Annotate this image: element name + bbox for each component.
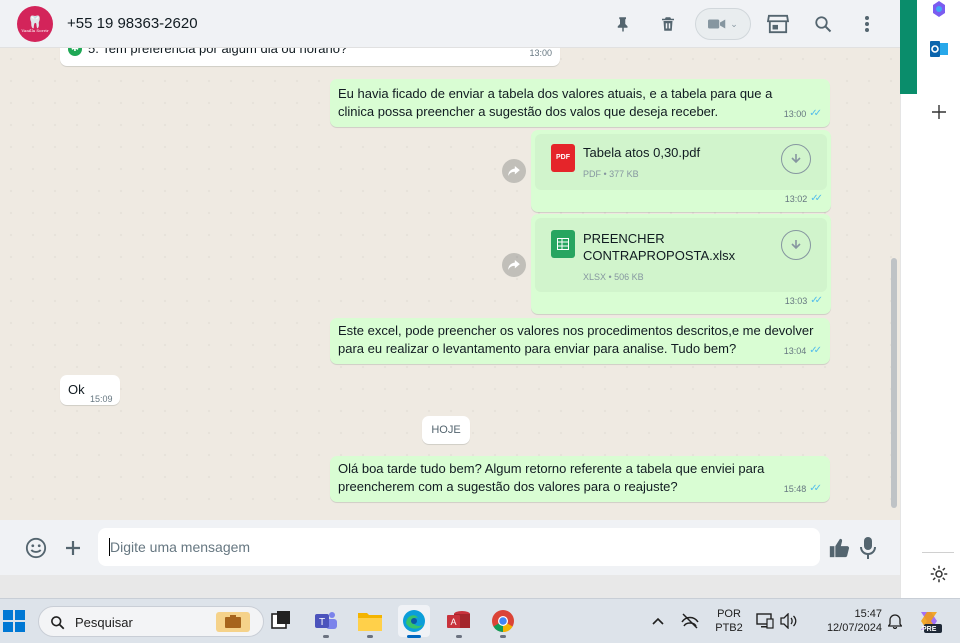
thumbs-up-icon[interactable]: [826, 535, 852, 561]
message-outgoing[interactable]: Eu havia ficado de enviar a tabela dos v…: [330, 79, 830, 127]
outlook-icon[interactable]: [928, 38, 950, 60]
text-cursor: [109, 538, 110, 556]
read-ticks-icon: ✓✓: [810, 193, 823, 204]
trash-icon[interactable]: [654, 10, 682, 38]
network-offline-icon[interactable]: [675, 605, 705, 637]
svg-text:A: A: [450, 617, 456, 627]
message-text: Olá boa tarde tudo bem? Algum retorno re…: [338, 461, 765, 494]
message-list[interactable]: ✱ 5. Tem preferência por algum dia ou ho…: [0, 48, 900, 520]
preview-badge: PRE: [922, 626, 937, 633]
taskbar-search[interactable]: Pesquisar: [38, 606, 264, 637]
clock[interactable]: 15:47 12/07/2024: [812, 607, 882, 635]
message-meta: 13:00 ✓✓: [784, 105, 822, 123]
svg-text:T: T: [319, 617, 325, 628]
read-ticks-icon: ✓✓: [809, 345, 822, 356]
language-indicator[interactable]: POR PTB2: [712, 607, 746, 635]
document-meta: PDF • 377 KB: [583, 169, 639, 179]
start-windows-icon[interactable]: [0, 605, 30, 637]
notification-bell-icon[interactable]: [884, 605, 906, 637]
chat-header: 🦷 Vanilla Sorrir +55 19 98363-2620 ⌄: [0, 0, 900, 48]
message-meta: 13:02 ✓✓: [785, 190, 823, 208]
video-call-button[interactable]: ⌄: [695, 8, 751, 40]
file-explorer-icon[interactable]: [354, 605, 386, 638]
edge-sidebar: [900, 0, 960, 598]
avatar-brand-text: Vanilla Sorrir: [21, 27, 49, 33]
message-outgoing[interactable]: Olá boa tarde tudo bem? Algum retorno re…: [330, 456, 830, 502]
task-view-icon[interactable]: [265, 605, 297, 637]
forward-icon[interactable]: [502, 159, 526, 183]
document-meta: XLSX • 506 KB: [583, 272, 644, 282]
download-icon[interactable]: [781, 230, 811, 260]
chevron-down-icon: ⌄: [730, 18, 738, 29]
chevron-up-icon[interactable]: [643, 605, 673, 637]
contact-avatar[interactable]: 🦷 Vanilla Sorrir: [17, 6, 53, 42]
read-ticks-icon: ✓✓: [809, 108, 822, 119]
spreadsheet-file-icon: [551, 230, 575, 258]
microphone-icon[interactable]: [855, 535, 881, 561]
windows-taskbar: Pesquisar T A POR PTB2 15:47 12/07/2024 …: [0, 598, 960, 643]
search-placeholder: Pesquisar: [75, 615, 133, 630]
window-gap: [0, 575, 900, 598]
message-input[interactable]: [98, 528, 820, 566]
document-name: Tabela atos 0,30.pdf: [583, 145, 701, 160]
scrollbar-accent: [900, 0, 917, 94]
more-options-icon[interactable]: [853, 10, 881, 38]
pin-icon[interactable]: [609, 10, 637, 38]
chrome-icon[interactable]: [487, 605, 519, 638]
emoji-icon[interactable]: [23, 535, 49, 561]
gear-icon: ✱: [68, 48, 82, 56]
edge-browser-icon[interactable]: [398, 605, 430, 638]
briefcase-icon: [216, 612, 250, 632]
contact-name[interactable]: +55 19 98363-2620: [67, 15, 198, 32]
date-divider: HOJE: [422, 416, 470, 444]
message-time: 13:00: [529, 48, 552, 58]
copilot-preview-icon[interactable]: PRE: [913, 605, 945, 637]
message-meta: 15:48 ✓✓: [784, 480, 822, 498]
message-text: Eu havia ficado de enviar a tabela dos v…: [338, 86, 773, 119]
document-message-pdf[interactable]: PDF Tabela atos 0,30.pdf PDF • 377 KB 13…: [531, 130, 831, 212]
message-text: Este excel, pode preencher os valores no…: [338, 323, 814, 356]
copilot-icon[interactable]: [928, 0, 950, 20]
display-icon[interactable]: [753, 605, 777, 637]
search-icon: [51, 616, 65, 630]
video-call-icon: [708, 19, 726, 29]
add-icon[interactable]: [928, 101, 950, 123]
settings-gear-icon[interactable]: [928, 563, 950, 585]
document-name: PREENCHER CONTRAPROPOSTA.xlsx: [583, 231, 736, 263]
message-meta: 13:03 ✓✓: [785, 292, 823, 310]
teams-icon[interactable]: T: [310, 605, 342, 638]
read-ticks-icon: ✓✓: [809, 483, 822, 494]
scrollbar-thumb[interactable]: [891, 258, 897, 508]
document-message-xlsx[interactable]: PREENCHER CONTRAPROPOSTA.xlsx XLSX • 506…: [531, 214, 831, 314]
message-incoming[interactable]: Ok 15:09: [60, 375, 120, 405]
message-incoming-partial[interactable]: ✱ 5. Tem preferência por algum dia ou ho…: [60, 48, 560, 66]
document-card[interactable]: PDF Tabela atos 0,30.pdf PDF • 377 KB: [535, 134, 827, 190]
tooth-logo-icon: 🦷: [27, 14, 43, 29]
search-icon[interactable]: [809, 10, 837, 38]
message-text: 5. Tem preferência por algum dia ou horá…: [88, 48, 348, 56]
message-text: Ok: [68, 382, 85, 397]
forward-icon[interactable]: [502, 253, 526, 277]
chat-window: 🦷 Vanilla Sorrir +55 19 98363-2620 ⌄ ✱ 5…: [0, 0, 900, 575]
message-meta: 13:04 ✓✓: [784, 342, 822, 360]
plus-icon[interactable]: [60, 535, 86, 561]
catalog-icon[interactable]: [764, 10, 792, 38]
message-time: 15:09: [90, 394, 113, 404]
volume-icon[interactable]: [777, 605, 801, 637]
message-outgoing[interactable]: Este excel, pode preencher os valores no…: [330, 318, 830, 364]
compose-bar: [0, 520, 900, 575]
read-ticks-icon: ✓✓: [810, 295, 823, 306]
pdf-file-icon: PDF: [551, 144, 575, 172]
access-app-icon[interactable]: A: [443, 605, 475, 638]
download-icon[interactable]: [781, 144, 811, 174]
document-card[interactable]: PREENCHER CONTRAPROPOSTA.xlsx XLSX • 506…: [535, 218, 827, 292]
